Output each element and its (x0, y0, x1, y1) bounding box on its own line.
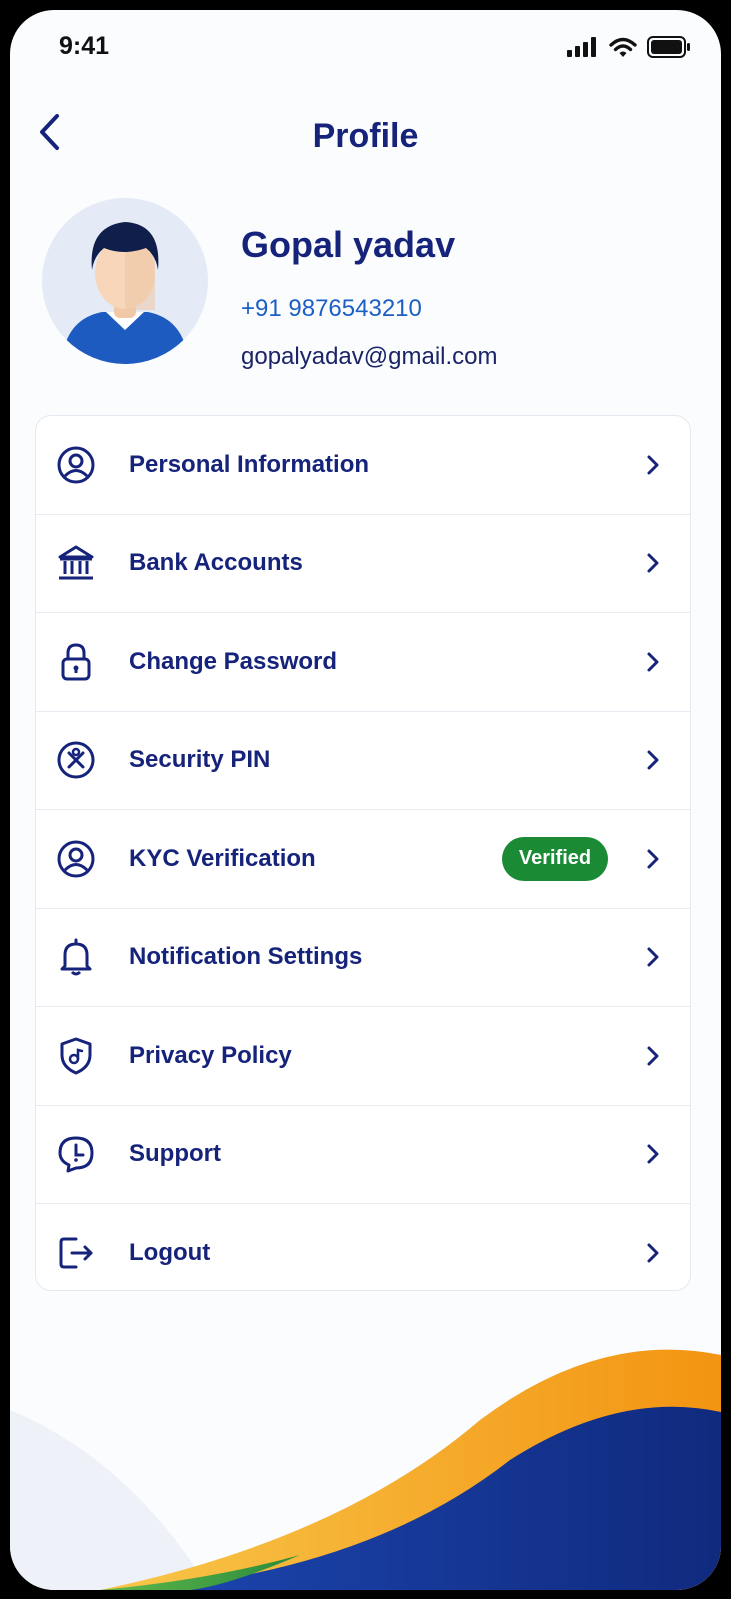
menu-item-notification-settings[interactable]: Notification Settings (36, 909, 690, 1007)
user-name: Gopal yadav (241, 224, 456, 265)
menu-item-label: Support (129, 1140, 221, 1168)
status-icons (567, 36, 691, 58)
phone-screen: 9:41 Profile Gopal yadav +91 9876543210 … (10, 10, 721, 1590)
lock-icon (56, 642, 96, 682)
verified-badge: Verified (502, 836, 608, 881)
pin-icon (56, 740, 96, 780)
battery-icon (647, 36, 690, 58)
menu-item-support[interactable]: Support (36, 1106, 690, 1204)
chevron-right-icon (644, 453, 662, 477)
menu-item-logout[interactable]: Logout (36, 1204, 690, 1302)
menu-item-label: KYC Verification (129, 844, 316, 872)
user-circle-icon (56, 445, 96, 485)
chevron-right-icon (644, 650, 662, 674)
menu-item-kyc-verification[interactable]: KYC Verification Verified (36, 810, 690, 909)
menu-item-label: Security PIN (129, 746, 271, 774)
menu-item-label: Personal Information (129, 450, 370, 478)
menu-item-bank-accounts[interactable]: Bank Accounts (36, 515, 690, 613)
user-circle-icon (56, 839, 96, 879)
menu-item-label: Privacy Policy (129, 1041, 292, 1069)
chevron-right-icon (644, 1044, 662, 1068)
bell-icon (56, 937, 96, 977)
decorative-wave (10, 1349, 721, 1590)
bank-icon (56, 543, 96, 583)
page-title: Profile (312, 117, 419, 155)
signal-icon (567, 37, 596, 57)
wifi-icon (609, 37, 637, 57)
menu-item-privacy-policy[interactable]: Privacy Policy (36, 1007, 690, 1106)
chevron-right-icon (644, 1241, 662, 1265)
menu-item-label: Notification Settings (129, 943, 363, 971)
shield-icon (56, 1036, 96, 1076)
menu-item-label: Change Password (129, 647, 338, 675)
support-icon (56, 1134, 96, 1174)
menu-item-label: Bank Accounts (129, 549, 303, 577)
chevron-right-icon (644, 1142, 662, 1166)
avatar[interactable] (42, 198, 208, 364)
chevron-right-icon (644, 945, 662, 969)
user-avatar-illustration (42, 198, 208, 364)
menu-item-personal-information[interactable]: Personal Information (36, 416, 690, 515)
chevron-right-icon (644, 847, 662, 871)
menu-item-security-pin[interactable]: Security PIN (36, 712, 690, 810)
chevron-right-icon (644, 748, 662, 772)
menu-item-change-password[interactable]: Change Password (36, 613, 690, 712)
logout-icon (56, 1233, 96, 1273)
user-email: gopalyadav@gmail.com (241, 343, 498, 370)
status-time: 9:41 (59, 32, 110, 60)
menu-item-label: Logout (129, 1238, 211, 1266)
user-phone: +91 9876543210 (241, 295, 422, 322)
chevron-right-icon (644, 551, 662, 575)
settings-menu: Personal Information Bank Accounts Chang… (35, 415, 691, 1291)
